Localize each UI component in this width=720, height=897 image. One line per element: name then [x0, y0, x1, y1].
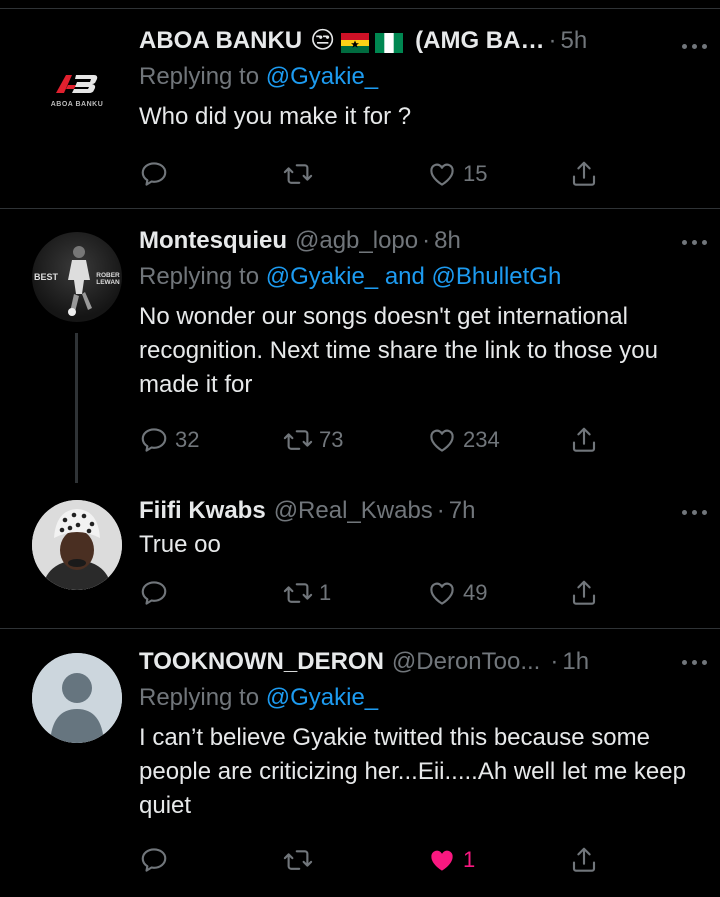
mention-link[interactable]: @Gyakie_ — [266, 63, 378, 90]
reply-icon — [139, 845, 169, 875]
like-icon — [427, 425, 457, 455]
retweet-count: 73 — [319, 427, 344, 452]
liked-heart-icon — [427, 845, 457, 875]
display-name-suffix: (AMG BA… — [415, 27, 545, 54]
timestamp[interactable]: 1h — [562, 647, 589, 677]
share-button[interactable] — [569, 159, 599, 189]
avatar-text-right: ROBER LEWAN — [96, 272, 120, 286]
share-button[interactable] — [569, 845, 599, 875]
display-name[interactable]: Montesquieu — [139, 226, 287, 256]
dot-separator: · — [548, 27, 557, 54]
like-count: 234 — [463, 427, 500, 452]
retweet-icon — [283, 159, 313, 189]
reply-button[interactable] — [139, 845, 175, 875]
dot-separator: · — [436, 497, 445, 524]
like-icon — [427, 159, 457, 189]
person-photo-icon — [32, 500, 122, 590]
like-count: 1 — [463, 847, 476, 872]
user-handle[interactable]: @Real_Kwabs — [274, 496, 433, 526]
retweet-icon — [283, 578, 313, 608]
mention-link[interactable]: @Gyakie_ — [266, 684, 378, 711]
nigeria-flag-icon — [375, 31, 404, 53]
like-button[interactable]: 234 — [427, 425, 500, 455]
timestamp[interactable]: 5h — [560, 26, 587, 56]
share-icon — [569, 845, 599, 875]
display-name[interactable]: Fiifi Kwabs — [139, 496, 266, 526]
top-divider — [0, 8, 720, 9]
avatar[interactable]: BEST ROBER LEWAN — [32, 232, 122, 322]
more-icon[interactable] — [682, 660, 708, 666]
tweet-text: No wonder our songs doesn't get internat… — [139, 303, 658, 398]
tweet-header: Montesquieu @agb_lopo · 8h — [139, 226, 700, 256]
mention-link[interactable]: @Gyakie_ — [266, 263, 378, 290]
more-icon[interactable] — [682, 240, 708, 246]
aboa-banku-logo-icon — [56, 74, 98, 93]
reply-button[interactable]: 32 — [139, 425, 199, 455]
avatar[interactable] — [32, 500, 122, 590]
retweet-button[interactable] — [283, 159, 319, 189]
share-icon — [569, 159, 599, 189]
dot-separator: · — [422, 227, 431, 254]
retweet-icon — [283, 425, 313, 455]
retweet-button[interactable] — [283, 845, 319, 875]
tweet-divider — [0, 628, 720, 629]
mention-link[interactable]: @BhulletGh — [432, 263, 562, 290]
tweet-header: ABOA BANKU 😒 (AMG BA… · 5h — [139, 26, 700, 56]
user-handle[interactable]: @DeronToo... — [392, 647, 540, 677]
share-icon — [569, 425, 599, 455]
like-button[interactable]: 15 — [427, 159, 487, 189]
replying-to-label: Replying to — [139, 63, 260, 90]
tweet-text: I can’t believe Gyakie twitted this beca… — [139, 724, 686, 819]
tweet-text: True oo — [139, 531, 221, 558]
tweet-text: Who did you make it for ? — [139, 103, 412, 130]
unamused-emoji: 😒 — [310, 27, 336, 54]
ghana-flag-icon — [341, 31, 370, 53]
like-count: 49 — [463, 580, 488, 605]
avatar[interactable] — [32, 653, 122, 743]
like-button[interactable]: 49 — [427, 578, 487, 608]
default-avatar-icon — [32, 653, 122, 743]
timestamp[interactable]: 8h — [434, 226, 461, 256]
user-handle[interactable]: @agb_lopo — [295, 226, 418, 256]
retweet-button[interactable]: 1 — [283, 578, 331, 608]
share-button[interactable] — [569, 578, 599, 608]
avatar-caption: ABOA BANKU — [50, 100, 104, 108]
retweet-icon — [283, 845, 313, 875]
like-count: 15 — [463, 161, 488, 186]
display-name[interactable]: ABOA BANKU — [139, 26, 302, 56]
avatar[interactable]: ABOA BANKU — [32, 45, 122, 135]
timestamp[interactable]: 7h — [449, 496, 476, 526]
replying-to-label: Replying to — [139, 684, 260, 711]
like-button[interactable]: 1 — [427, 845, 475, 875]
reply-icon — [139, 578, 169, 608]
like-icon — [427, 578, 457, 608]
tweet-header: TOOKNOWN_DERON @DeronToo... · 1h — [139, 647, 700, 677]
reply-button[interactable] — [139, 159, 175, 189]
share-icon — [569, 578, 599, 608]
reply-icon — [139, 425, 169, 455]
thread-line — [75, 333, 78, 483]
reply-icon — [139, 159, 169, 189]
replying-to-label: Replying to — [139, 263, 260, 290]
dot-separator: · — [550, 648, 559, 675]
tweet-header: Fiifi Kwabs @Real_Kwabs · 7h — [139, 496, 700, 526]
replying-to: Replying to @Gyakie_ and @BhulletGh — [139, 262, 700, 292]
share-button[interactable] — [569, 425, 599, 455]
reply-button[interactable] — [139, 578, 175, 608]
more-icon[interactable] — [682, 510, 708, 516]
more-icon[interactable] — [682, 44, 708, 50]
tweet-divider — [0, 208, 720, 209]
avatar-text-left: BEST — [34, 272, 59, 282]
mention-joiner: and — [384, 263, 425, 290]
retweet-button[interactable]: 73 — [283, 425, 343, 455]
replying-to: Replying to @Gyakie_ — [139, 62, 700, 92]
replying-to: Replying to @Gyakie_ — [139, 683, 700, 713]
retweet-count: 1 — [319, 580, 332, 605]
display-name[interactable]: TOOKNOWN_DERON — [139, 647, 384, 677]
reply-count: 32 — [175, 427, 200, 452]
